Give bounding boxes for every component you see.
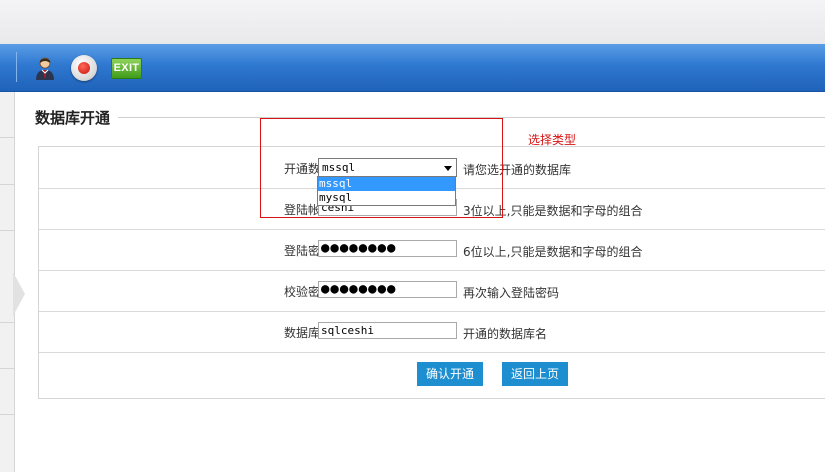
collapse-arrow-icon[interactable] [13,272,25,316]
rail-divider [0,184,14,185]
confirm-password-input[interactable]: ●●●●●●●● [318,281,457,298]
annotation-text: 选择类型 [528,133,577,147]
login-password-input[interactable]: ●●●●●●●● [318,240,457,257]
db-type-hint: 请您选开通的数据库 [463,163,572,177]
login-password-hint: 6位以上,只能是数据和字母的组合 [463,245,643,259]
db-type-select[interactable]: mssql [318,158,457,177]
left-rail [0,92,25,472]
db-type-dropdown-list: mssql mysql [317,176,456,206]
top-strip [0,0,825,44]
form-row-db-name: 数据库名： sqlceshi 开通的数据库名 [39,311,825,353]
rail-divider [0,368,14,369]
back-button[interactable]: 返回上页 [502,362,569,386]
form-row-confirm-password: 校验密码： ●●●●●●●● 再次输入登陆密码 [39,270,825,312]
rail-divider [0,137,14,138]
db-name-input[interactable]: sqlceshi [318,322,457,339]
login-account-hint: 3位以上,只能是数据和字母的组合 [463,204,643,218]
db-type-option[interactable]: mysql [318,191,455,205]
form-row-login-password: 登陆密码： ●●●●●●●● 6位以上,只能是数据和字母的组合 [39,229,825,271]
chevron-down-icon[interactable] [444,166,452,171]
confirm-open-button[interactable]: 确认开通 [417,362,484,386]
db-type-selected: mssql [322,161,356,174]
rail-divider [0,414,14,415]
rail-divider [0,230,14,231]
rail-divider [0,322,14,323]
page-title: 数据库开通 [35,109,111,127]
db-type-option[interactable]: mssql [318,177,455,191]
title-divider [118,117,825,118]
exit-button[interactable]: EXIT [111,58,142,79]
confirm-password-hint: 再次输入登陆密码 [463,286,560,300]
record-icon[interactable] [71,55,97,81]
db-name-hint: 开通的数据库名 [463,327,548,341]
toolbar-divider [16,52,17,82]
user-icon[interactable] [34,56,56,80]
